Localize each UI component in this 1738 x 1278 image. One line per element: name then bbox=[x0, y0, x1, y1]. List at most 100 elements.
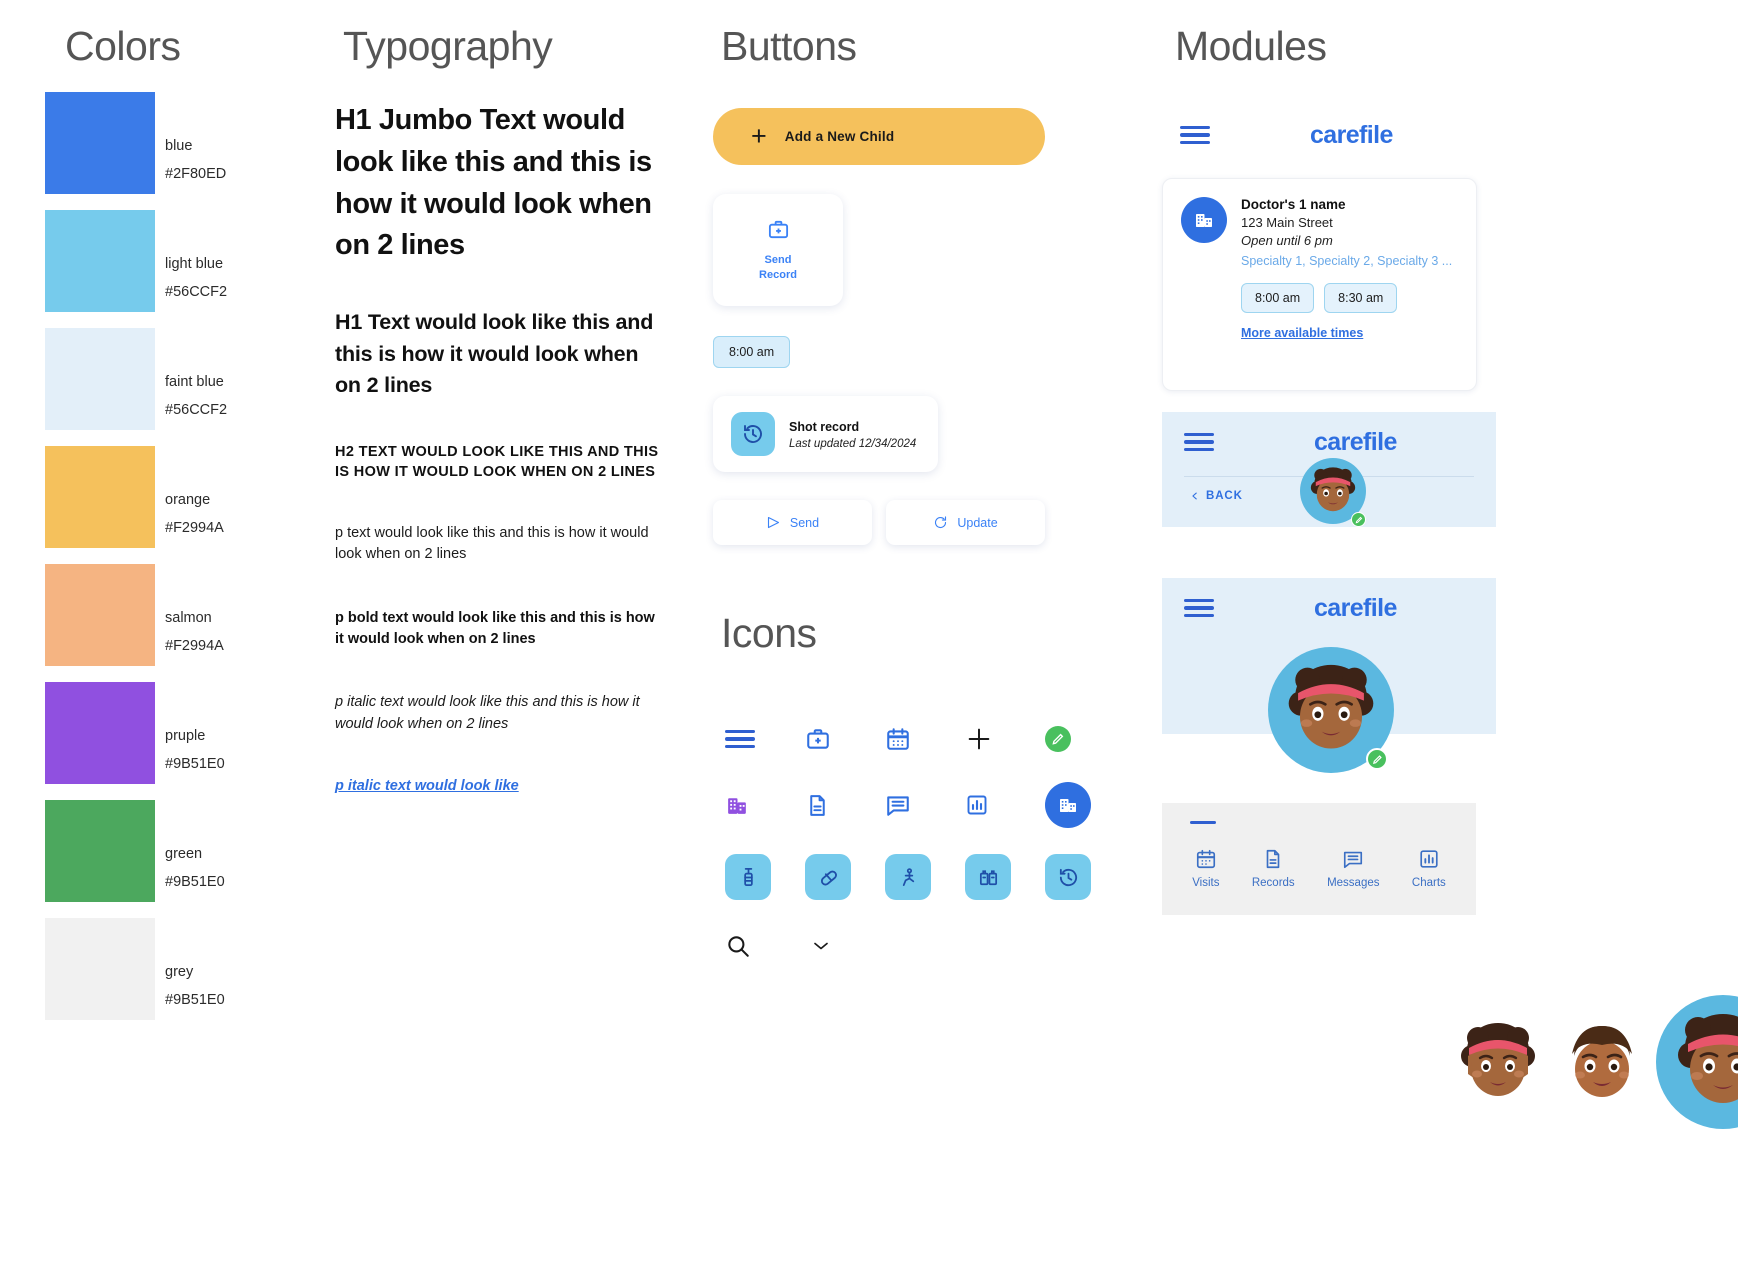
edit-pencil-circle-icon[interactable] bbox=[1366, 748, 1388, 770]
message-icon bbox=[1344, 851, 1363, 869]
bottom-nav-item-charts[interactable]: Charts bbox=[1412, 848, 1446, 889]
add-new-child-label: Add a New Child bbox=[784, 129, 895, 144]
doctor-card[interactable]: Doctor's 1 name 123 Main Street Open unt… bbox=[1162, 178, 1477, 391]
medical-kit-add-icon[interactable] bbox=[805, 726, 885, 752]
doctor-specialties: Specialty 1, Specialty 2, Specialty 3 ..… bbox=[1241, 254, 1453, 268]
bottom-nav-label: Messages bbox=[1327, 877, 1380, 889]
shot-record-subtitle: Last updated 12/34/2024 bbox=[789, 438, 917, 450]
appointment-slot-row: 8:00 am 8:30 am bbox=[1241, 283, 1458, 314]
building-circle-icon bbox=[1181, 197, 1227, 243]
hamburger-menu-icon[interactable] bbox=[1180, 122, 1210, 149]
building-circle-icon[interactable] bbox=[1045, 782, 1125, 828]
more-available-times-link[interactable]: More available times bbox=[1241, 326, 1363, 340]
chevron-left-icon bbox=[1192, 492, 1197, 500]
bottom-nav-label: Charts bbox=[1411, 877, 1446, 889]
color-name: faint blue bbox=[165, 374, 224, 390]
color-name: pruple bbox=[165, 728, 206, 744]
bottom-nav-label: Visits bbox=[1192, 877, 1220, 889]
buttons-section-title: Buttons bbox=[721, 23, 857, 69]
avatar-girl-editable[interactable] bbox=[1300, 458, 1366, 529]
color-name: salmon bbox=[165, 610, 212, 626]
type-sample-p-italic: p italic text would look like this and t… bbox=[335, 694, 640, 732]
doctor-name: Doctor's 1 name bbox=[1241, 197, 1346, 212]
bottom-nav-item-messages[interactable]: Messages bbox=[1327, 848, 1380, 889]
color-name: green bbox=[165, 846, 203, 862]
color-hex: #F2994A bbox=[165, 520, 224, 537]
chevron-down-icon[interactable] bbox=[809, 934, 893, 958]
edit-pencil-circle-icon[interactable] bbox=[1045, 726, 1125, 752]
doctor-card-body: Doctor's 1 name 123 Main Street Open unt… bbox=[1241, 197, 1458, 374]
building-purple-icon[interactable] bbox=[725, 793, 805, 818]
send-button-label: Send bbox=[789, 515, 820, 530]
color-hex: #56CCF2 bbox=[165, 284, 228, 301]
plus-icon[interactable] bbox=[965, 725, 1045, 753]
bottom-nav-item-visits[interactable]: Visits bbox=[1192, 848, 1219, 889]
color-chip-salmon bbox=[45, 564, 155, 666]
bottom-nav-items: Visits Records Messages Charts bbox=[1162, 848, 1476, 889]
app-bar: carefile bbox=[1162, 578, 1496, 638]
color-chip-blue bbox=[45, 92, 155, 194]
icon-row bbox=[725, 772, 1125, 838]
hamburger-menu-icon[interactable] bbox=[725, 726, 805, 753]
color-chip-green bbox=[45, 800, 155, 902]
app-bar: carefile bbox=[1180, 105, 1480, 165]
brand-logo: carefile bbox=[1314, 593, 1397, 622]
doctor-hours: Open until 6 pm bbox=[1241, 233, 1333, 248]
color-chip-faint-blue bbox=[45, 328, 155, 430]
module-panel-with-back: carefile BACK bbox=[1162, 412, 1496, 527]
chart-bar-icon bbox=[1420, 850, 1438, 868]
vaccine-tile-icon[interactable] bbox=[725, 854, 805, 900]
color-name: blue bbox=[165, 138, 193, 154]
type-sample-h2: H2 Text would look like this and this is… bbox=[335, 443, 659, 481]
appointment-slot[interactable]: 8:30 am bbox=[1324, 283, 1398, 314]
appointment-slot[interactable]: 8:00 am bbox=[1241, 283, 1315, 314]
back-button[interactable]: BACK bbox=[1190, 490, 1243, 502]
icon-row bbox=[725, 706, 1125, 772]
bottom-nav-item-records[interactable]: Records bbox=[1252, 848, 1295, 889]
hamburger-menu-icon[interactable] bbox=[1184, 595, 1214, 622]
ghost-button-row: Send Update bbox=[713, 500, 1045, 545]
color-hex: #9B51E0 bbox=[165, 874, 225, 891]
shot-record-card[interactable]: Shot record Last updated 12/34/2024 bbox=[713, 396, 938, 472]
medical-kit-add-icon bbox=[767, 218, 790, 246]
pill-tile-icon[interactable] bbox=[805, 854, 885, 900]
time-chip-800am[interactable]: 8:00 am bbox=[713, 336, 791, 368]
bottom-nav-label: Records bbox=[1251, 877, 1295, 889]
color-chip-orange bbox=[45, 446, 155, 548]
style-guide-page: Colors blue #2F80ED light blue #56CCF2 f… bbox=[0, 0, 1738, 1278]
color-name: orange bbox=[165, 492, 211, 508]
records-tile-icon[interactable] bbox=[965, 854, 1045, 900]
hamburger-menu-icon[interactable] bbox=[1184, 429, 1214, 456]
avatar-boy bbox=[1552, 1012, 1652, 1117]
doctor-address: 123 Main Street bbox=[1241, 215, 1333, 230]
send-record-tile-button[interactable]: Send Record bbox=[713, 194, 843, 306]
nav-indicator bbox=[1190, 821, 1216, 824]
color-hex: #9B51E0 bbox=[165, 756, 225, 773]
calendar-icon[interactable] bbox=[885, 726, 965, 752]
send-button[interactable]: Send bbox=[713, 500, 872, 545]
avatar-girl-editable[interactable] bbox=[1656, 995, 1738, 1134]
edit-pencil-circle-icon[interactable] bbox=[1351, 512, 1366, 527]
icons-section-title: Icons bbox=[721, 610, 817, 656]
calendar-icon bbox=[1196, 849, 1215, 869]
color-hex: #56CCF2 bbox=[165, 402, 228, 419]
allergy-tile-icon[interactable] bbox=[885, 854, 965, 900]
update-button[interactable]: Update bbox=[886, 500, 1045, 545]
color-hex: #F2994A bbox=[165, 638, 224, 655]
modules-section-title: Modules bbox=[1175, 23, 1327, 69]
send-record-tile-label: Send Record bbox=[759, 253, 797, 281]
add-new-child-button[interactable]: + Add a New Child bbox=[713, 108, 1045, 165]
document-icon[interactable] bbox=[805, 793, 885, 818]
avatar-girl-editable[interactable] bbox=[1268, 647, 1394, 778]
colors-section-title: Colors bbox=[65, 23, 181, 69]
message-icon[interactable] bbox=[885, 792, 965, 818]
avatar-girl-curly bbox=[1448, 1012, 1548, 1117]
history-tile-icon[interactable] bbox=[1045, 854, 1125, 900]
brand-logo: carefile bbox=[1310, 120, 1393, 149]
back-label: BACK bbox=[1206, 490, 1243, 502]
type-sample-link[interactable]: p italic text would look like bbox=[335, 778, 519, 794]
shot-record-text: Shot record Last updated 12/34/2024 bbox=[789, 418, 916, 450]
type-sample-p-bold: p bold text would look like this and thi… bbox=[335, 609, 655, 647]
search-icon[interactable] bbox=[725, 933, 809, 959]
chart-bar-icon[interactable] bbox=[965, 793, 1045, 817]
